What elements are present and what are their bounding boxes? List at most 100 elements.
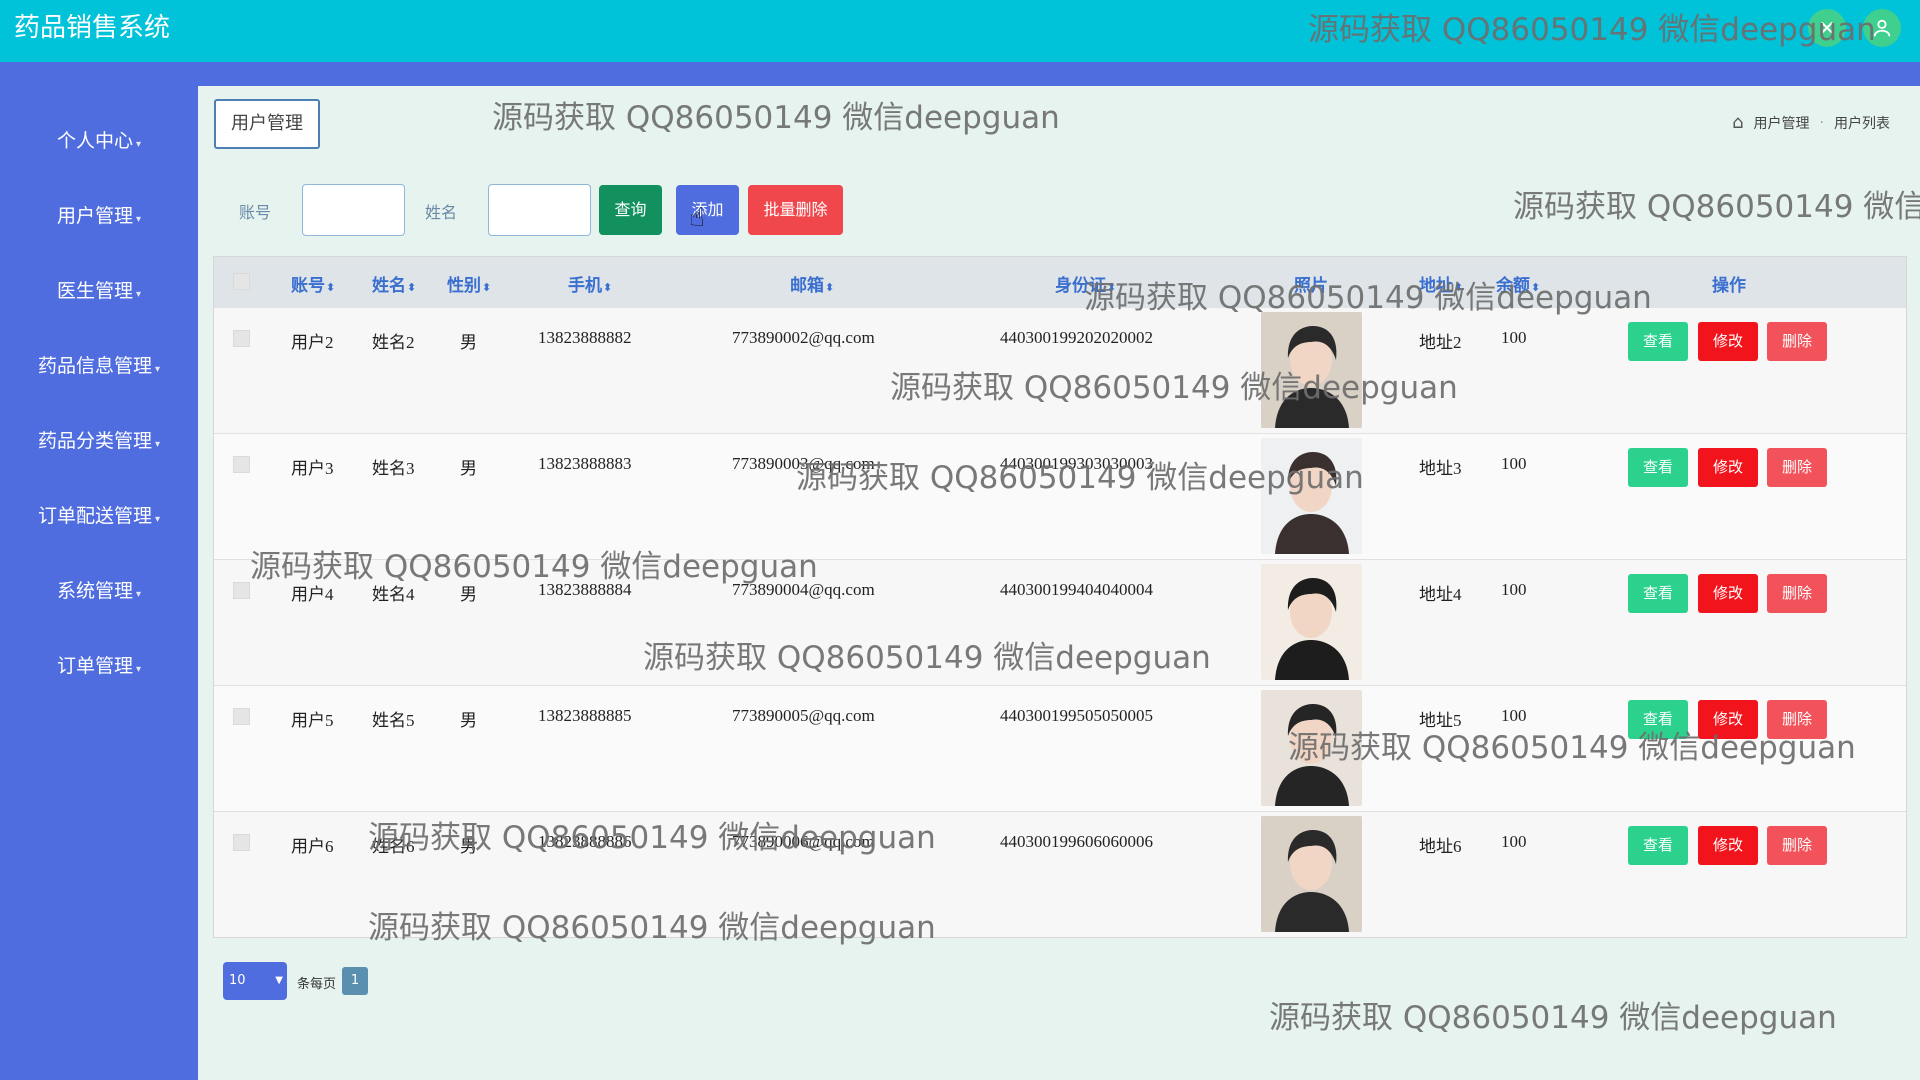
cell-id-card: 440300199303030003	[1000, 454, 1153, 473]
sidebar-item-drug-category[interactable]: 药品分类管理 ▾	[0, 421, 198, 461]
sidebar-item-orders[interactable]: 订单管理 ▾	[0, 646, 198, 686]
sort-icon: ⬍	[825, 281, 835, 294]
edit-button[interactable]: 修改	[1698, 826, 1758, 865]
edit-button[interactable]: 修改	[1698, 700, 1758, 739]
cell-name: 姓名5	[372, 711, 415, 730]
sidebar-item-drug-info[interactable]: 药品信息管理 ▾	[0, 346, 198, 386]
header-strip	[0, 62, 1920, 86]
cell-balance: 100	[1501, 832, 1527, 851]
header-id-card[interactable]: 身份证⬍	[1055, 271, 1116, 296]
breadcrumb-item-user-management[interactable]: 用户管理	[1754, 113, 1810, 133]
home-icon[interactable]: ⌂	[1732, 112, 1743, 133]
sort-icon: ⬍	[1107, 281, 1117, 294]
add-button[interactable]: 添加	[676, 185, 739, 235]
cell-balance: 100	[1501, 328, 1527, 347]
delete-button[interactable]: 删除	[1767, 322, 1827, 361]
breadcrumb: ⌂ 用户管理 · 用户列表	[1732, 112, 1890, 133]
breadcrumb-item-user-list: 用户列表	[1834, 115, 1890, 132]
header-account[interactable]: 账号⬍	[291, 271, 335, 296]
edit-button[interactable]: 修改	[1698, 448, 1758, 487]
header-label: 邮箱	[790, 276, 824, 296]
cell-address: 地址2	[1419, 333, 1462, 352]
header-balance[interactable]: 余额⬍	[1496, 271, 1540, 296]
view-button[interactable]: 查看	[1628, 700, 1688, 739]
cell-gender: 男	[460, 585, 477, 604]
page-size-value: 10	[229, 973, 246, 988]
cell-email: 773890002@qq.com	[732, 328, 875, 347]
sidebar-item-label: 订单配送管理	[37, 505, 152, 527]
page-title: 用户管理	[214, 99, 320, 149]
per-page-label: 条每页	[297, 977, 337, 992]
page-size-select[interactable]: 10 ▼	[223, 962, 287, 1000]
header-phone[interactable]: 手机⬍	[568, 271, 612, 296]
sidebar-item-personal-center[interactable]: 个人中心 ▾	[0, 121, 198, 161]
header-photo[interactable]: 照片	[1294, 271, 1328, 296]
row-checkbox[interactable]	[233, 834, 250, 851]
search-button[interactable]: 查询	[599, 185, 662, 235]
name-label: 姓名	[425, 203, 458, 222]
cell-balance: 100	[1501, 580, 1527, 599]
top-bar: 药品销售系统 ✕	[0, 0, 1920, 62]
cell-phone: 13823888886	[538, 832, 632, 851]
chevron-down-icon: ▾	[135, 589, 142, 600]
sidebar-item-system[interactable]: 系统管理 ▾	[0, 571, 198, 611]
account-label: 账号	[239, 203, 272, 222]
view-button[interactable]: 查看	[1628, 826, 1688, 865]
batch-delete-button[interactable]: 批量删除	[748, 185, 843, 235]
delete-button[interactable]: 删除	[1767, 700, 1827, 739]
header-label: 地址	[1419, 276, 1453, 296]
cell-name: 姓名6	[372, 837, 415, 856]
view-button[interactable]: 查看	[1628, 322, 1688, 361]
row-checkbox[interactable]	[233, 708, 250, 725]
user-photo	[1261, 690, 1362, 806]
header-gender[interactable]: 性别⬍	[447, 271, 491, 296]
sidebar-item-label: 用户管理	[56, 205, 133, 227]
delete-button[interactable]: 删除	[1767, 826, 1827, 865]
sort-icon: ⬍	[1454, 281, 1464, 294]
view-button[interactable]: 查看	[1628, 574, 1688, 613]
cell-address: 地址3	[1419, 459, 1462, 478]
sidebar-item-order-delivery[interactable]: 订单配送管理 ▾	[0, 496, 198, 536]
name-input[interactable]	[488, 184, 591, 236]
chevron-down-icon: ▾	[135, 664, 142, 675]
sidebar-item-doctor-management[interactable]: 医生管理 ▾	[0, 271, 198, 311]
sidebar: 个人中心 ▾ 用户管理 ▾ 医生管理 ▾ 药品信息管理 ▾ 药品分类管理 ▾ 订单配送管理…	[0, 62, 198, 1080]
header-label: 照片	[1294, 276, 1328, 296]
cell-phone: 13823888885	[538, 706, 632, 725]
sort-icon: ⬍	[326, 281, 336, 294]
edit-button[interactable]: 修改	[1698, 574, 1758, 613]
delete-button[interactable]: 删除	[1767, 574, 1827, 613]
account-input[interactable]	[302, 184, 405, 236]
delete-button[interactable]: 删除	[1767, 448, 1827, 487]
select-all-checkbox[interactable]	[233, 273, 250, 290]
header-address[interactable]: 地址⬍	[1419, 271, 1463, 296]
sidebar-item-label: 个人中心	[56, 130, 133, 152]
row-checkbox[interactable]	[233, 330, 250, 347]
cell-account: 用户3	[291, 459, 334, 478]
sidebar-item-label: 医生管理	[56, 280, 133, 302]
header-name[interactable]: 姓名⬍	[372, 271, 416, 296]
cell-id-card: 440300199404040004	[1000, 580, 1153, 599]
cell-id-card: 440300199202020002	[1000, 328, 1153, 347]
sort-icon: ⬍	[482, 281, 492, 294]
sidebar-item-user-management[interactable]: 用户管理 ▾	[0, 196, 198, 236]
edit-button[interactable]: 修改	[1698, 322, 1758, 361]
cell-account: 用户4	[291, 585, 334, 604]
header-label: 余额	[1496, 276, 1530, 296]
page-number-button[interactable]: 1	[342, 967, 368, 995]
row-checkbox[interactable]	[233, 456, 250, 473]
cell-email: 773890004@qq.com	[732, 580, 875, 599]
pointer-cursor-icon: ☝	[689, 203, 705, 233]
user-icon[interactable]	[1863, 9, 1901, 47]
row-checkbox[interactable]	[233, 582, 250, 599]
table-row: 用户2 姓名2 男 13823888882 773890002@qq.com 440300…	[214, 307, 1906, 433]
cell-account: 用户2	[291, 333, 334, 352]
close-icon[interactable]: ✕	[1808, 9, 1846, 47]
sort-icon: ⬍	[407, 281, 417, 294]
cell-account: 用户6	[291, 837, 334, 856]
avatar-portrait	[1261, 312, 1362, 428]
view-button[interactable]: 查看	[1628, 448, 1688, 487]
cell-phone: 13823888884	[538, 580, 632, 599]
header-email[interactable]: 邮箱⬍	[790, 271, 834, 296]
avatar-portrait	[1261, 438, 1362, 554]
